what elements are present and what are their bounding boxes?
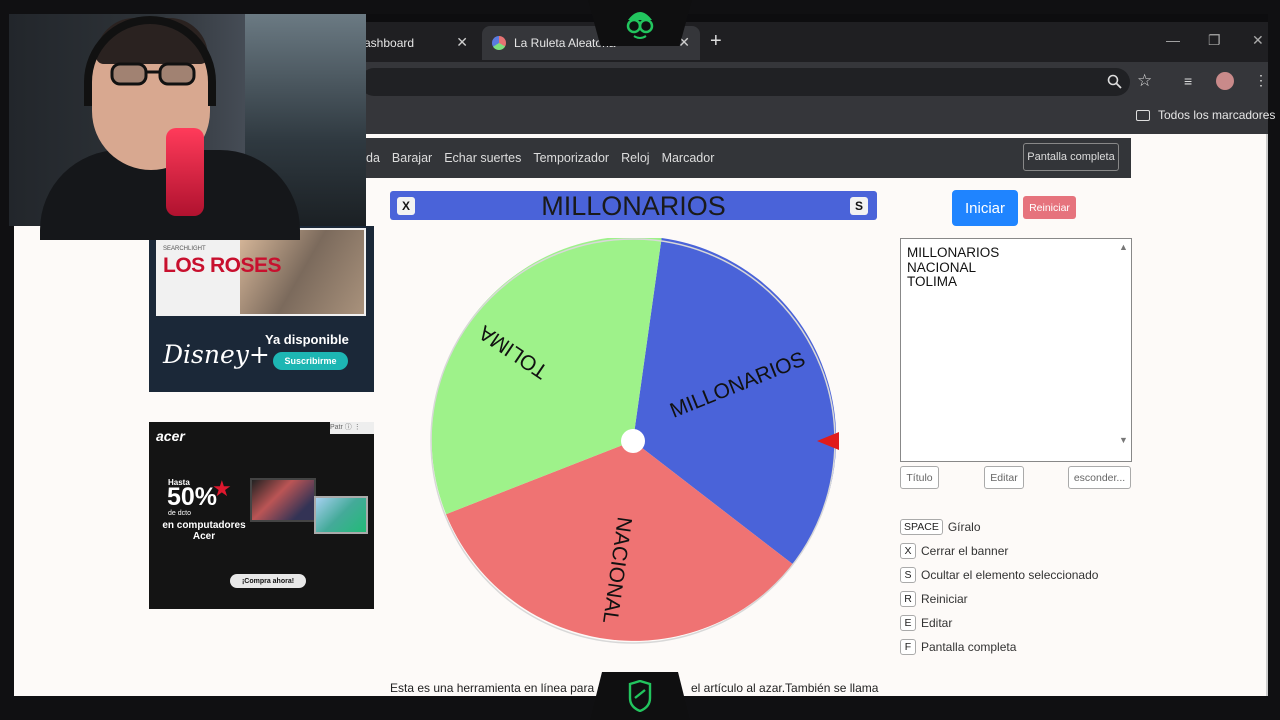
ad-studio-label: SEARCHLIGHT xyxy=(163,246,206,252)
address-input[interactable] xyxy=(360,68,1130,96)
acer-logo: acer xyxy=(156,428,185,444)
description-text: Esta es una herramienta en línea para el xyxy=(390,681,607,695)
star-icon: ★ xyxy=(212,476,232,501)
result-banner-title: MILLONARIOS xyxy=(541,191,726,221)
all-bookmarks-label: Todos los marcadores xyxy=(1158,108,1276,122)
all-bookmarks-button[interactable]: Todos los marcadores xyxy=(1136,108,1275,122)
close-window-icon[interactable]: ✕ xyxy=(1252,32,1264,49)
ad-available-text: Ya disponible xyxy=(265,332,349,347)
ad-buy-button[interactable]: ¡Compra ahora! xyxy=(230,574,306,588)
ad-movie-title: LOS ROSES xyxy=(163,254,282,277)
shortcut-f: F Pantalla completa xyxy=(900,639,1016,655)
laptop-image xyxy=(314,496,368,534)
profile-avatar[interactable] xyxy=(1216,72,1234,90)
shortcut-label: Editar xyxy=(921,616,953,630)
hide-button[interactable]: esconder... xyxy=(1068,466,1131,489)
shortcut-label: Ocultar el elemento seleccionado xyxy=(921,568,1099,582)
ad-choices-badge[interactable]: Patr ⓘ ⋮ xyxy=(330,422,374,434)
shortcut-s: S Ocultar el elemento seleccionado xyxy=(900,567,1098,583)
fullscreen-button[interactable]: Pantalla completa xyxy=(1023,143,1119,171)
close-banner-button[interactable]: X xyxy=(397,197,415,215)
entries-textarea[interactable]: MILLONARIOS NACIONAL TOLIMA xyxy=(900,238,1132,462)
shortcut-space: SPACE Gíralo xyxy=(900,519,981,535)
ad-product-line: en computadores Acer xyxy=(162,520,246,542)
key-space: SPACE xyxy=(900,519,943,535)
shortcut-label: Cerrar el banner xyxy=(921,544,1009,558)
ad-dcto-text: de dcto xyxy=(168,510,191,517)
close-tab-icon[interactable]: ✕ xyxy=(456,34,468,51)
key-f: F xyxy=(900,639,916,655)
media-control-icon[interactable]: ≡ xyxy=(1184,73,1192,89)
wheel-center-hub xyxy=(621,429,645,453)
site-nav-links: da Barajar Echar suertes Temporizador Re… xyxy=(366,151,714,165)
spinner-wheel[interactable]: MILLONARIOS NACIONAL TOLIMA xyxy=(430,238,836,644)
minimize-icon[interactable]: — xyxy=(1166,32,1180,48)
title-button[interactable]: Título xyxy=(900,466,939,489)
tab-dashboard[interactable]: ashboard ✕ xyxy=(350,26,478,60)
start-button[interactable]: Iniciar xyxy=(952,190,1018,226)
folder-icon xyxy=(1136,109,1150,121)
scroll-down-icon[interactable]: ▼ xyxy=(1119,435,1128,445)
description-right: el artículo al azar.También se llama xyxy=(691,681,879,695)
shield-logo-icon xyxy=(628,680,652,712)
ad-discount-text: 50% xyxy=(167,483,218,511)
hide-selected-button[interactable]: S xyxy=(850,197,868,215)
ad-badge-label: Patr xyxy=(330,424,343,431)
disney-logo: Disney+ xyxy=(163,340,270,369)
key-r: R xyxy=(900,591,916,607)
key-s: S xyxy=(900,567,916,583)
wheel-pointer-icon xyxy=(817,432,839,450)
nav-link-barajar[interactable]: Barajar xyxy=(392,151,432,165)
maximize-icon[interactable]: ❐ xyxy=(1208,32,1221,49)
key-x: X xyxy=(900,543,916,559)
page-scrollbar[interactable] xyxy=(1266,134,1268,696)
tab-label: ashboard xyxy=(364,36,415,50)
shortcut-x: X Cerrar el banner xyxy=(900,543,1008,559)
shortcut-label: Reiniciar xyxy=(921,592,968,606)
zoom-icon[interactable] xyxy=(1107,74,1123,90)
shortcut-r: R Reiniciar xyxy=(900,591,968,607)
shortcut-e: E Editar xyxy=(900,615,952,631)
scroll-up-icon[interactable]: ▲ xyxy=(1119,242,1128,252)
ad-subscribe-button[interactable]: Suscribirme xyxy=(273,352,348,370)
edit-button[interactable]: Editar xyxy=(984,466,1024,489)
glasses-image xyxy=(110,62,196,86)
new-tab-button[interactable]: + xyxy=(710,30,722,53)
nav-link-reloj[interactable]: Reloj xyxy=(621,151,650,165)
shortcut-label: Gíralo xyxy=(947,520,981,534)
streamer-logo-icon xyxy=(626,12,654,39)
laptop-image xyxy=(250,478,316,522)
nav-link-marcador[interactable]: Marcador xyxy=(662,151,715,165)
menu-dots-icon[interactable]: ⋮ xyxy=(1254,72,1268,89)
microphone-image xyxy=(166,128,204,216)
description-left: Esta es una herramienta en línea para el xyxy=(390,681,607,695)
bookmark-star-icon[interactable]: ☆ xyxy=(1137,71,1152,91)
reset-button[interactable]: Reiniciar xyxy=(1023,196,1076,219)
nav-link-temporizador[interactable]: Temporizador xyxy=(533,151,609,165)
nav-link-da[interactable]: da xyxy=(366,151,380,165)
nav-link-echar-suertes[interactable]: Echar suertes xyxy=(444,151,521,165)
wheel-favicon-icon xyxy=(492,36,506,50)
key-e: E xyxy=(900,615,916,631)
shortcut-label: Pantalla completa xyxy=(921,640,1017,654)
